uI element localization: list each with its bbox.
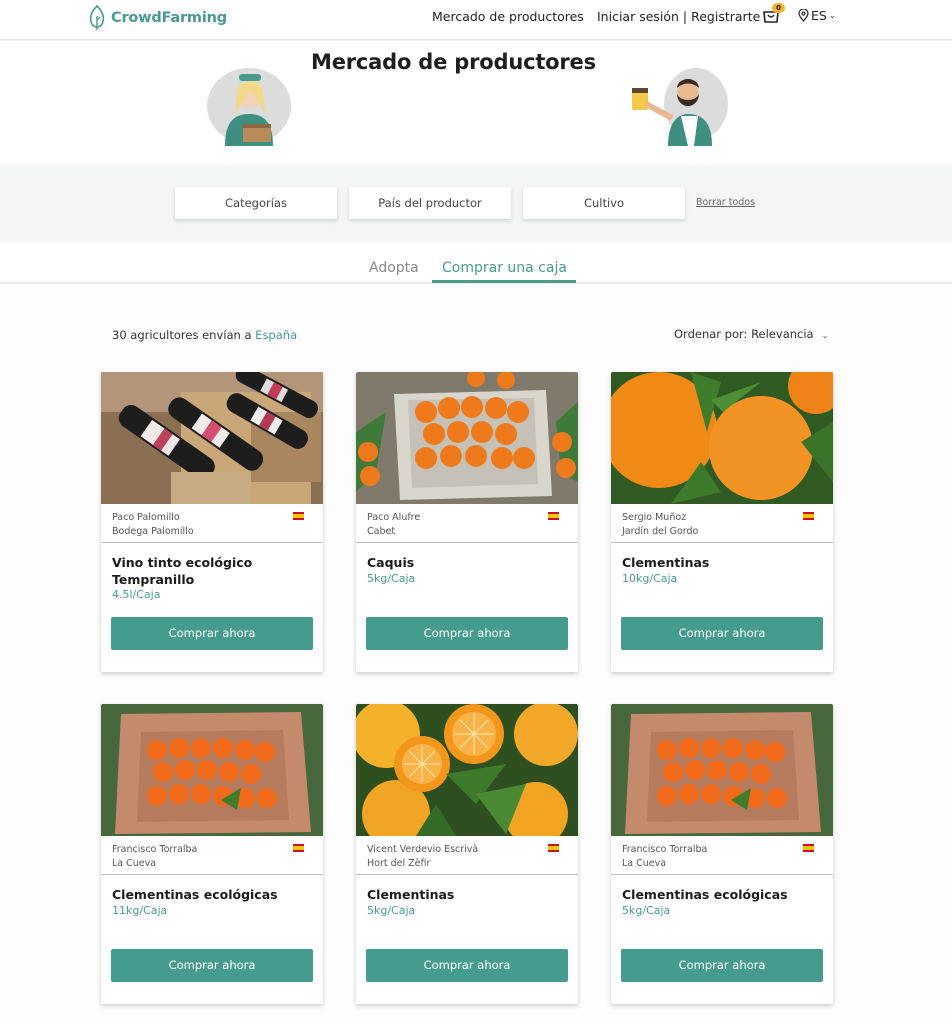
farmer-name: Francisco Torralba	[622, 844, 708, 855]
card-divider	[101, 542, 323, 543]
farm-name: Hort del Zèfir	[367, 858, 431, 869]
product-image-wine	[101, 372, 323, 504]
spain-flag-icon	[548, 844, 559, 852]
farmer-name: Paco Alufre	[367, 512, 421, 523]
sort-label: Ordenar por: Relevancia	[674, 327, 814, 341]
female-farmer-illustration	[207, 68, 291, 146]
product-title[interactable]: Clementinas ecológicas	[112, 886, 312, 903]
buy-now-button[interactable]: Comprar ahora	[621, 949, 823, 982]
logo[interactable]: CrowdFarming	[86, 3, 227, 33]
brand-name: CrowdFarming	[111, 10, 227, 26]
product-card[interactable]: Sergio Muñoz Jardín del Gordo Clementina…	[611, 372, 833, 672]
nav-market-link[interactable]: Mercado de productores	[432, 9, 584, 24]
farm-name: La Cueva	[622, 858, 667, 869]
card-divider	[356, 874, 578, 875]
product-card[interactable]: Francisco Torralba La Cueva Clementinas …	[611, 704, 833, 1004]
product-image-clementines	[611, 372, 833, 504]
buy-now-button[interactable]: Comprar ahora	[111, 949, 313, 982]
farmer-info: Paco Palomillo Bodega Palomillo	[112, 511, 194, 539]
buy-now-button[interactable]: Comprar ahora	[366, 617, 568, 650]
card-divider	[356, 542, 578, 543]
spain-flag-icon	[803, 844, 814, 852]
cart-count-badge: 0	[772, 3, 785, 13]
product-card[interactable]: Vicent Verdevio Escrivà Hort del Zèfir C…	[356, 704, 578, 1004]
card-divider	[611, 874, 833, 875]
active-tab-indicator	[432, 280, 576, 283]
product-size: 10kg/Caja	[622, 572, 678, 585]
buy-now-button[interactable]: Comprar ahora	[111, 617, 313, 650]
product-image-clementines-halved	[356, 704, 578, 836]
page-title: Mercado de productores	[311, 50, 596, 74]
buy-now-button[interactable]: Comprar ahora	[366, 949, 568, 982]
chevron-down-icon: ⌄	[828, 11, 836, 20]
spain-flag-icon	[293, 844, 304, 852]
chevron-down-icon: ⌄	[821, 331, 829, 340]
spain-flag-icon	[548, 512, 559, 520]
nav-login-link[interactable]: Iniciar sesión | Registrarte	[597, 9, 760, 24]
farmer-info: Paco Alufre Cabet	[367, 511, 420, 539]
product-size: 5kg/Caja	[367, 572, 416, 585]
product-title[interactable]: Clementinas ecológicas	[622, 886, 822, 903]
tab-buy-box[interactable]: Comprar una caja	[442, 260, 567, 276]
farmer-name: Vicent Verdevio Escrivà	[367, 844, 479, 855]
product-size: 5kg/Caja	[367, 904, 416, 917]
product-image-persimmons	[356, 372, 578, 504]
product-image-clementine-box	[611, 704, 833, 836]
farmer-info: Francisco Torralba La Cueva	[622, 843, 707, 871]
farm-name: La Cueva	[112, 858, 157, 869]
product-size: 11kg/Caja	[112, 904, 168, 917]
product-size: 4.5l/Caja	[112, 588, 161, 601]
product-title[interactable]: Clementinas	[622, 554, 822, 571]
card-divider	[101, 874, 323, 875]
results-count: 30 agricultores envían a España	[112, 328, 297, 342]
product-title[interactable]: Clementinas	[367, 886, 567, 903]
filter-categories-button[interactable]: Categorías	[175, 187, 337, 219]
farm-name: Bodega Palomillo	[112, 526, 194, 537]
product-title[interactable]: Vino tinto ecológico Tempranillo	[112, 554, 312, 588]
male-farmer-illustration	[632, 68, 728, 146]
filter-bar: Categorías País del productor Cultivo Bo…	[0, 165, 952, 242]
product-card[interactable]: Francisco Torralba La Cueva Clementinas …	[101, 704, 323, 1004]
spain-flag-icon	[293, 512, 304, 520]
product-image-clementine-box	[101, 704, 323, 836]
farmer-name: Paco Palomillo	[112, 512, 180, 523]
filter-crop-button[interactable]: Cultivo	[523, 187, 685, 219]
clear-all-filters-link[interactable]: Borrar todos	[696, 197, 755, 208]
farm-name: Cabet	[367, 526, 396, 537]
delivery-country-link[interactable]: España	[255, 328, 297, 342]
sort-dropdown[interactable]: Ordenar por: Relevancia ⌄	[674, 327, 828, 341]
filter-producer-country-button[interactable]: País del productor	[349, 187, 511, 219]
farmer-name: Francisco Torralba	[112, 844, 198, 855]
farmer-info: Sergio Muñoz Jardín del Gordo	[622, 511, 698, 539]
tab-adopt[interactable]: Adopta	[369, 260, 419, 276]
location-pin-icon	[798, 9, 809, 22]
product-card[interactable]: Paco Alufre Cabet Caquis 5kg/Caja Compra…	[356, 372, 578, 672]
results-count-text: 30 agricultores envían a	[112, 328, 252, 342]
product-size: 5kg/Caja	[622, 904, 671, 917]
leaf-logo-icon	[89, 4, 105, 30]
language-selector[interactable]: ES ⌄	[798, 8, 836, 23]
product-title[interactable]: Caquis	[367, 554, 567, 571]
product-card[interactable]: Paco Palomillo Bodega Palomillo Vino tin…	[101, 372, 323, 672]
buy-now-button[interactable]: Comprar ahora	[621, 617, 823, 650]
farm-name: Jardín del Gordo	[622, 526, 699, 537]
product-type-tabs: Adopta Comprar una caja	[0, 242, 952, 284]
top-navbar: CrowdFarming Mercado de productores Inic…	[0, 0, 952, 40]
spain-flag-icon	[803, 512, 814, 520]
language-code: ES	[811, 8, 827, 23]
farmer-info: Francisco Torralba La Cueva	[112, 843, 197, 871]
farmer-info: Vicent Verdevio Escrivà Hort del Zèfir	[367, 843, 478, 871]
farmer-name: Sergio Muñoz	[622, 512, 687, 523]
card-divider	[611, 542, 833, 543]
